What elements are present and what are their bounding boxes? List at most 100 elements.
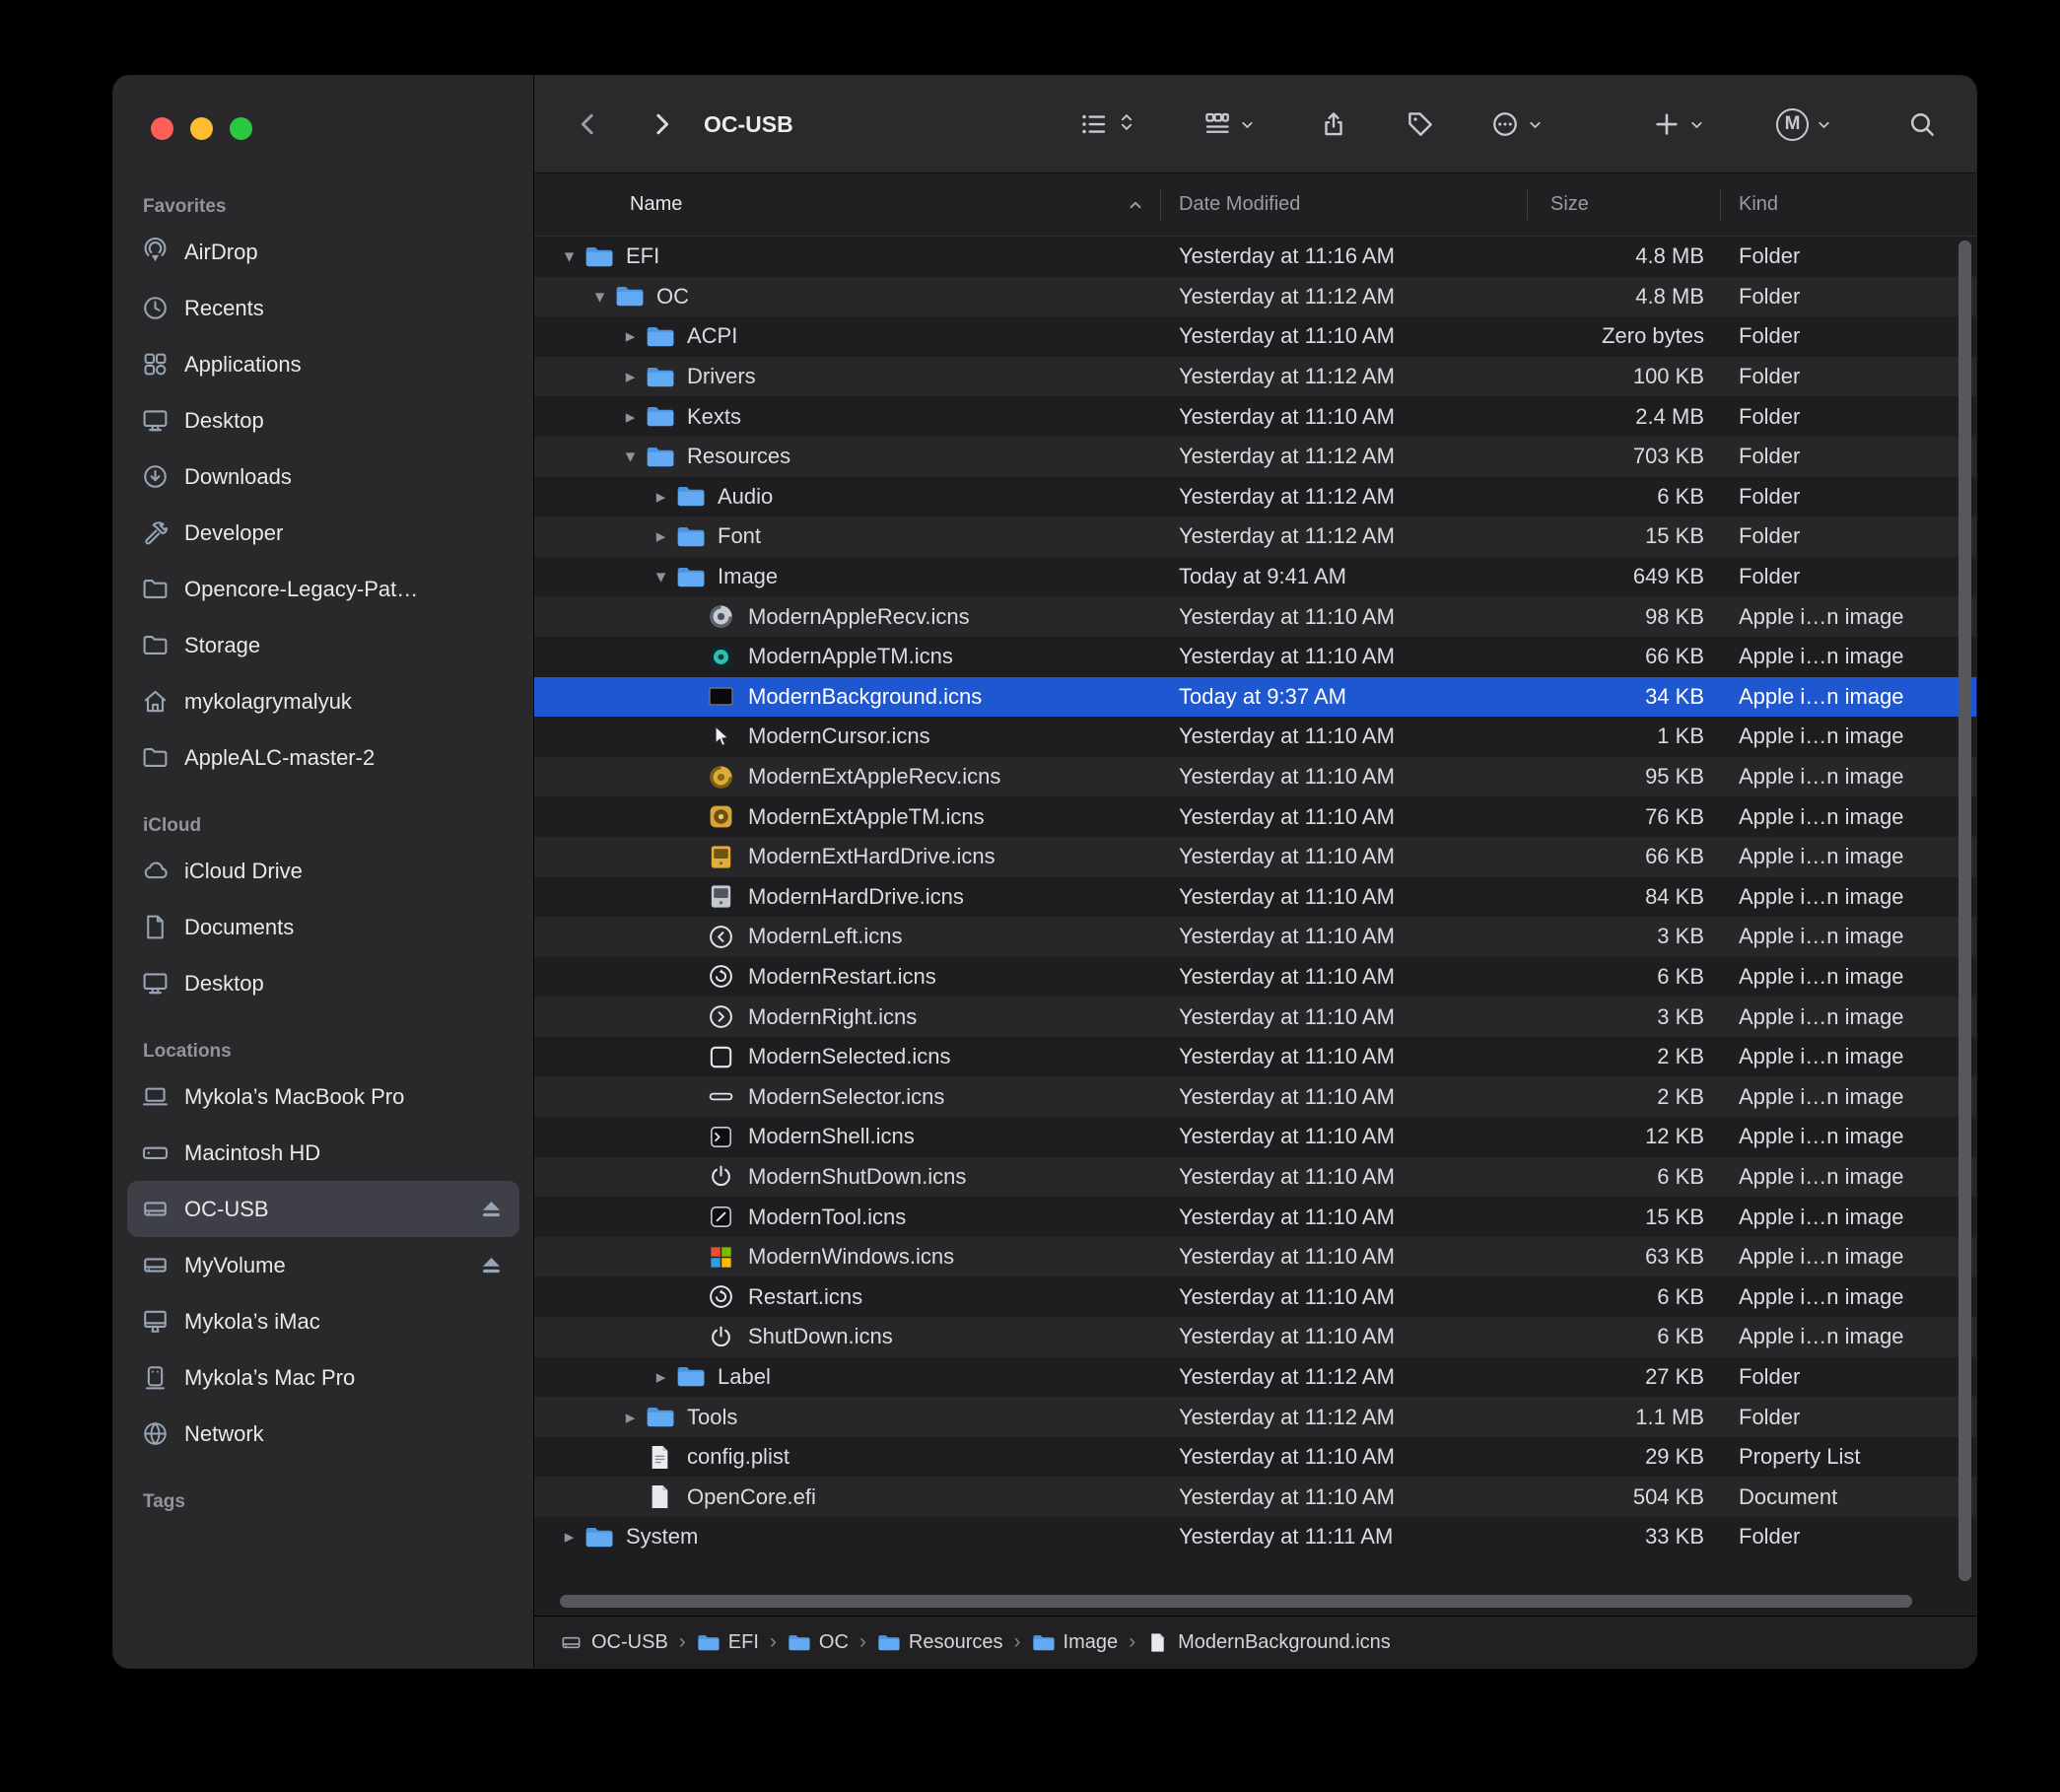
share-button[interactable]: [1319, 109, 1348, 139]
column-header-size[interactable]: Size: [1527, 173, 1720, 236]
column-header-kind[interactable]: Kind: [1720, 173, 1951, 236]
file-row-config-plist[interactable]: config.plistYesterday at 11:10 AM29 KBPr…: [534, 1437, 1976, 1478]
path-item-image[interactable]: Image: [1032, 1631, 1119, 1654]
file-row-efi[interactable]: ▾EFIYesterday at 11:16 AM4.8 MBFolder: [534, 237, 1976, 277]
forward-button[interactable]: [647, 109, 676, 139]
sidebar-item-icloud-drive[interactable]: iCloud Drive: [127, 843, 519, 899]
file-row-modernextharddrive-icns[interactable]: ModernExtHardDrive.icnsYesterday at 11:1…: [534, 837, 1976, 877]
account-menu-button[interactable]: M: [1776, 108, 1832, 141]
file-row-modernbackground-icns[interactable]: ModernBackground.icnsToday at 9:37 AM34 …: [534, 677, 1976, 718]
file-row-modernleft-icns[interactable]: ModernLeft.icnsYesterday at 11:10 AM3 KB…: [534, 917, 1976, 957]
more-actions-button[interactable]: [1490, 109, 1544, 139]
sidebar-item-opencore-legacy-pat[interactable]: Opencore-Legacy-Pat…: [127, 561, 519, 617]
file-kind: Folder: [1720, 1524, 1951, 1550]
vertical-scrollbar-thumb[interactable]: [1958, 241, 1971, 1581]
file-row-modernextapplerecv-icns[interactable]: ModernExtAppleRecv.icnsYesterday at 11:1…: [534, 757, 1976, 797]
disclosure-open-icon[interactable]: ▾: [646, 566, 676, 587]
sidebar-item-oc-usb[interactable]: OC-USB: [127, 1181, 519, 1237]
zoom-button[interactable]: [230, 117, 252, 140]
file-row-modernharddrive-icns[interactable]: ModernHardDrive.icnsYesterday at 11:10 A…: [534, 877, 1976, 918]
file-row-modernselector-icns[interactable]: ModernSelector.icnsYesterday at 11:10 AM…: [534, 1076, 1976, 1117]
file-row-font[interactable]: ▸FontYesterday at 11:12 AM15 KBFolder: [534, 517, 1976, 557]
new-item-button[interactable]: [1652, 109, 1705, 139]
file-size: 6 KB: [1527, 1164, 1720, 1190]
file-row-drivers[interactable]: ▸DriversYesterday at 11:12 AM100 KBFolde…: [534, 357, 1976, 397]
sidebar-item-mykolagrymalyuk[interactable]: mykolagrymalyuk: [127, 673, 519, 729]
disclosure-closed-icon[interactable]: ▸: [615, 406, 646, 428]
disclosure-closed-icon[interactable]: ▸: [646, 486, 676, 508]
sidebar-item-desktop[interactable]: Desktop: [127, 392, 519, 448]
file-row-modernwindows-icns[interactable]: ModernWindows.icnsYesterday at 11:10 AM6…: [534, 1237, 1976, 1277]
sidebar-item-airdrop[interactable]: AirDrop: [127, 224, 519, 280]
disclosure-closed-icon[interactable]: ▸: [646, 1366, 676, 1388]
file-row-image[interactable]: ▾ImageToday at 9:41 AM649 KBFolder: [534, 557, 1976, 597]
sidebar-item-documents[interactable]: Documents: [127, 899, 519, 955]
tags-button[interactable]: [1406, 109, 1435, 139]
sidebar-item-macintosh-hd[interactable]: Macintosh HD: [127, 1125, 519, 1181]
file-row-shutdown-icns[interactable]: ShutDown.icnsYesterday at 11:10 AM6 KBAp…: [534, 1317, 1976, 1357]
file-size: 95 KB: [1527, 764, 1720, 790]
back-button[interactable]: [574, 109, 603, 139]
disclosure-closed-icon[interactable]: ▸: [615, 366, 646, 387]
sidebar-item-myvolume[interactable]: MyVolume: [127, 1237, 519, 1293]
file-row-modernrestart-icns[interactable]: ModernRestart.icnsYesterday at 11:10 AM6…: [534, 957, 1976, 998]
eject-icon[interactable]: [477, 1195, 506, 1223]
file-row-modernselected-icns[interactable]: ModernSelected.icnsYesterday at 11:10 AM…: [534, 1037, 1976, 1077]
file-row-acpi[interactable]: ▸ACPIYesterday at 11:10 AMZero bytesFold…: [534, 316, 1976, 357]
search-button[interactable]: [1907, 109, 1937, 139]
disclosure-open-icon[interactable]: ▾: [554, 245, 584, 267]
group-button[interactable]: [1202, 109, 1256, 139]
sidebar-item-downloads[interactable]: Downloads: [127, 448, 519, 505]
disclosure-open-icon[interactable]: ▾: [615, 446, 646, 467]
file-row-moderncursor-icns[interactable]: ModernCursor.icnsYesterday at 11:10 AM1 …: [534, 717, 1976, 757]
path-item-modernbackground-icns[interactable]: ModernBackground.icns: [1146, 1631, 1391, 1654]
file-kind: Folder: [1720, 523, 1951, 549]
file-kind: Folder: [1720, 284, 1951, 310]
path-item-oc[interactable]: OC: [788, 1631, 849, 1654]
sidebar-item-recents[interactable]: Recents: [127, 280, 519, 336]
file-row-system[interactable]: ▸SystemYesterday at 11:11 AM33 KBFolder: [534, 1517, 1976, 1557]
sidebar-item-applealc-master-2[interactable]: AppleALC-master-2: [127, 729, 519, 786]
path-item-label: EFI: [728, 1631, 759, 1654]
path-item-efi[interactable]: EFI: [697, 1631, 759, 1654]
file-row-modernright-icns[interactable]: ModernRight.icnsYesterday at 11:10 AM3 K…: [534, 997, 1976, 1037]
file-row-oc[interactable]: ▾OCYesterday at 11:12 AM4.8 MBFolder: [534, 277, 1976, 317]
sidebar-item-mykola-s-macbook-pro[interactable]: Mykola’s MacBook Pro: [127, 1068, 519, 1125]
file-row-modernshutdown-icns[interactable]: ModernShutDown.icnsYesterday at 11:10 AM…: [534, 1157, 1976, 1198]
sidebar-item-desktop[interactable]: Desktop: [127, 955, 519, 1011]
file-row-modernshell-icns[interactable]: ModernShell.icnsYesterday at 11:10 AM12 …: [534, 1117, 1976, 1157]
file-row-moderntool-icns[interactable]: ModernTool.icnsYesterday at 11:10 AM15 K…: [534, 1197, 1976, 1237]
sidebar-item-developer[interactable]: Developer: [127, 505, 519, 561]
path-item-oc-usb[interactable]: OC-USB: [560, 1631, 668, 1654]
path-item-resources[interactable]: Resources: [877, 1631, 1003, 1654]
sidebar-item-network[interactable]: Network: [127, 1406, 519, 1462]
disclosure-closed-icon[interactable]: ▸: [615, 1407, 646, 1428]
sidebar-item-mykola-s-imac[interactable]: Mykola’s iMac: [127, 1293, 519, 1349]
file-row-modernextappletm-icns[interactable]: ModernExtAppleTM.icnsYesterday at 11:10 …: [534, 796, 1976, 837]
disclosure-open-icon[interactable]: ▾: [584, 286, 615, 308]
close-button[interactable]: [151, 117, 173, 140]
column-header-date-modified[interactable]: Date Modified: [1160, 173, 1527, 236]
disclosure-closed-icon[interactable]: ▸: [554, 1526, 584, 1548]
sidebar-item-storage[interactable]: Storage: [127, 617, 519, 673]
file-row-restart-icns[interactable]: Restart.icnsYesterday at 11:10 AM6 KBApp…: [534, 1276, 1976, 1317]
file-row-opencore-efi[interactable]: OpenCore.efiYesterday at 11:10 AM504 KBD…: [534, 1477, 1976, 1517]
horizontal-scrollbar-thumb[interactable]: [560, 1595, 1912, 1608]
file-row-kexts[interactable]: ▸KextsYesterday at 11:10 AM2.4 MBFolder: [534, 396, 1976, 437]
sidebar-item-mykola-s-mac-pro[interactable]: Mykola’s Mac Pro: [127, 1349, 519, 1406]
file-row-resources[interactable]: ▾ResourcesYesterday at 11:12 AM703 KBFol…: [534, 437, 1976, 477]
disclosure-closed-icon[interactable]: ▸: [646, 525, 676, 547]
minimize-button[interactable]: [190, 117, 213, 140]
file-row-tools[interactable]: ▸ToolsYesterday at 11:12 AM1.1 MBFolder: [534, 1397, 1976, 1437]
sidebar-item-applications[interactable]: Applications: [127, 336, 519, 392]
view-options-button[interactable]: [1079, 109, 1137, 140]
column-header-name[interactable]: Name: [534, 173, 1160, 236]
file-row-label[interactable]: ▸LabelYesterday at 11:12 AM27 KBFolder: [534, 1357, 1976, 1398]
eject-icon[interactable]: [477, 1251, 506, 1279]
file-row-modernapplerecv-icns[interactable]: ModernAppleRecv.icnsYesterday at 11:10 A…: [534, 596, 1976, 637]
disclosure-closed-icon[interactable]: ▸: [615, 325, 646, 347]
file-row-audio[interactable]: ▸AudioYesterday at 11:12 AM6 KBFolder: [534, 477, 1976, 517]
file-size: 66 KB: [1527, 644, 1720, 669]
file-size: 27 KB: [1527, 1364, 1720, 1390]
file-row-modernappletm-icns[interactable]: ModernAppleTM.icnsYesterday at 11:10 AM6…: [534, 637, 1976, 677]
